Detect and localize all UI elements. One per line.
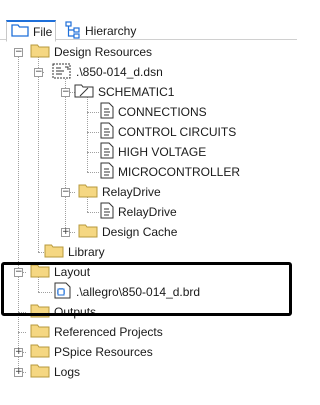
- tab-bar: File Hierarchy: [0, 0, 297, 42]
- tree-line: [38, 52, 39, 252]
- page-icon: [100, 202, 114, 222]
- collapse-icon[interactable]: −: [61, 88, 70, 97]
- tree-item-relaydrive-folder[interactable]: RelayDrive: [78, 182, 161, 202]
- collapse-icon[interactable]: −: [61, 188, 70, 197]
- tree-item-label: RelayDrive: [118, 205, 177, 219]
- tree-item-label: Design Cache: [102, 225, 178, 239]
- collapse-icon[interactable]: −: [14, 48, 23, 57]
- folder-icon: [78, 183, 98, 201]
- tree-item-page[interactable]: HIGH VOLTAGE: [100, 142, 206, 162]
- tree-line: [87, 152, 99, 153]
- folder-icon: [30, 343, 50, 361]
- folder-icon: [30, 43, 50, 61]
- tree-item-label: Referenced Projects: [54, 325, 163, 339]
- folder-icon: [30, 323, 50, 341]
- hierarchy-icon: [65, 20, 81, 42]
- tree-item-page[interactable]: MICROCONTROLLER: [100, 162, 240, 182]
- folder-icon: [11, 23, 29, 40]
- collapse-icon[interactable]: −: [34, 68, 43, 77]
- tree-item-design-cache[interactable]: Design Cache: [78, 222, 177, 242]
- tree-item-page[interactable]: CONNECTIONS: [100, 102, 207, 122]
- tree-line: [18, 332, 26, 333]
- tree-item-library[interactable]: Library: [44, 242, 105, 262]
- tree-line: [87, 172, 99, 173]
- tree-item-label: MICROCONTROLLER: [118, 165, 241, 179]
- tree-line: [87, 132, 99, 133]
- expand-icon[interactable]: +: [61, 228, 70, 237]
- tab-file[interactable]: File: [6, 20, 56, 42]
- page-icon: [100, 122, 114, 142]
- folder-icon: [78, 223, 98, 241]
- page-icon: [100, 162, 114, 182]
- tree-item-pspice-resources[interactable]: PSpice Resources: [30, 342, 153, 362]
- tree-item-relaydrive-page[interactable]: RelayDrive: [100, 202, 177, 222]
- tree-item-label: RelayDrive: [102, 185, 161, 199]
- page-icon: [100, 142, 114, 162]
- tree-item-page[interactable]: CONTROL CIRCUITS: [100, 122, 236, 142]
- design-file-icon: [52, 63, 72, 82]
- page-icon: [100, 102, 114, 122]
- tree-line: [87, 112, 99, 113]
- tree-item-dsn[interactable]: .\850-014_d.dsn: [52, 62, 163, 82]
- tab-hierarchy[interactable]: Hierarchy: [62, 20, 152, 42]
- tree-item-label: .\850-014_d.dsn: [76, 65, 163, 79]
- tree-item-label: Logs: [54, 365, 81, 379]
- tree-item-referenced-projects[interactable]: Referenced Projects: [30, 322, 163, 342]
- folder-icon: [74, 83, 94, 101]
- tree-line: [87, 212, 99, 213]
- tree-item-logs[interactable]: Logs: [30, 362, 80, 382]
- tree-item-label: SCHEMATIC1: [98, 85, 175, 99]
- folder-icon: [30, 363, 50, 381]
- tree-item-label: HIGH VOLTAGE: [118, 145, 207, 159]
- tree-item-label: CONTROL CIRCUITS: [118, 125, 237, 139]
- folder-icon: [44, 243, 64, 261]
- tree-item-label: Design Resources: [54, 45, 153, 59]
- tree-line: [18, 52, 19, 374]
- tree-item-design-resources[interactable]: Design Resources: [30, 42, 152, 62]
- tree-item-label: CONNECTIONS: [118, 105, 207, 119]
- expand-icon[interactable]: +: [14, 348, 23, 357]
- tree-item-label: PSpice Resources: [54, 345, 153, 359]
- highlight-box: [1, 262, 292, 316]
- expand-icon[interactable]: +: [14, 368, 23, 377]
- file-tree: − − − − + − + + Design Resources .\850-0…: [0, 40, 297, 405]
- tab-file-label: File: [33, 24, 53, 39]
- tab-hierarchy-label: Hierarchy: [85, 24, 137, 38]
- tree-item-schematic[interactable]: SCHEMATIC1: [74, 82, 174, 102]
- tree-item-label: Library: [68, 245, 105, 259]
